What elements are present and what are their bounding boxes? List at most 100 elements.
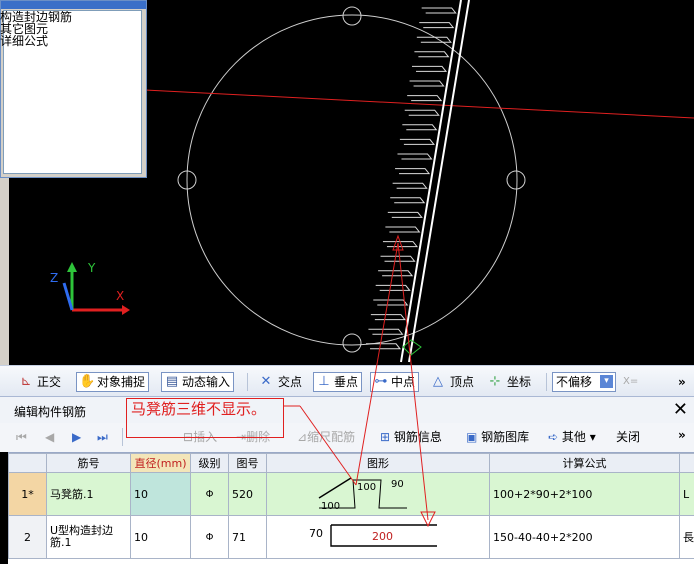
intersection-button[interactable]: ✕ 交点 bbox=[258, 372, 302, 392]
toolbar-overflow-button[interactable]: » bbox=[678, 372, 686, 392]
coordinate-icon: ⊹ bbox=[487, 375, 503, 389]
rebar-panel-titlebar: 编辑构件钢筋 ✕ bbox=[0, 396, 694, 423]
chair-bar-tick bbox=[397, 154, 431, 159]
cell-formula[interactable]: 150-40-40+2*200 bbox=[490, 516, 680, 559]
cell-name[interactable]: U型构造封边筋.1 bbox=[47, 516, 131, 559]
info-icon: ⊞ bbox=[380, 430, 390, 444]
perpendicular-icon: ⊥ bbox=[316, 375, 332, 389]
chair-bar-tick bbox=[422, 8, 456, 13]
chair-bar-tick bbox=[419, 23, 453, 28]
cell-shape[interactable]: 100 90 100 bbox=[267, 473, 490, 516]
chair-bar-tick bbox=[388, 212, 422, 217]
dynamic-input-button[interactable]: ▤ 动态输入 bbox=[161, 372, 234, 392]
popup-item[interactable]: 其它图元 bbox=[0, 23, 141, 35]
midpoint-icon: ⊶ bbox=[373, 375, 389, 389]
vertex-icon: △ bbox=[430, 375, 446, 389]
chair-bar-tick bbox=[371, 315, 405, 320]
column-header[interactable]: 图形 bbox=[267, 454, 490, 473]
column-header[interactable]: 直径(mm) bbox=[131, 454, 191, 473]
chair-bar-tick bbox=[395, 169, 429, 174]
grid-header: 筋号 直径(mm) 级别 图号 图形 计算公式 bbox=[9, 454, 694, 473]
cell-extra[interactable]: L bbox=[680, 473, 694, 516]
separator bbox=[546, 373, 547, 391]
bolt-hole-bottom bbox=[343, 334, 361, 352]
ucs-axes-icon: X Y Z bbox=[50, 261, 130, 315]
cell-diameter[interactable]: 10 bbox=[131, 473, 191, 516]
previous-icon[interactable]: ◀ bbox=[45, 427, 54, 447]
toolbar-overflow-button[interactable]: » bbox=[678, 425, 686, 445]
column-header bbox=[680, 454, 694, 473]
column-header[interactable]: 级别 bbox=[191, 454, 229, 473]
cross-icon: ✕ bbox=[258, 375, 274, 389]
column-header[interactable]: 计算公式 bbox=[490, 454, 680, 473]
popup-list[interactable]: 构造封边钢筋 其它图元 详细公式 bbox=[3, 10, 142, 174]
rebar-toolbar: ⏮ ◀ ▶ ⏭ ⊟插入 ⇥删除 ⊿缩尺配筋 ⊞ 钢筋信息 ▣ 钢筋图库 ➪ 其他… bbox=[0, 423, 694, 452]
row-number[interactable]: 2 bbox=[9, 516, 47, 559]
chevron-down-icon: ▾ bbox=[600, 375, 613, 388]
next-icon[interactable]: ▶ bbox=[72, 427, 81, 447]
property-popup[interactable]: 构造封边钢筋 其它图元 详细公式 bbox=[0, 0, 147, 178]
row-number[interactable]: 1* bbox=[9, 473, 47, 516]
first-record-icon[interactable]: ⏮ bbox=[16, 427, 27, 447]
other-menu-button[interactable]: ➪ 其他 ▾ bbox=[548, 427, 596, 447]
table-row[interactable]: 2 U型构造封边筋.1 10 Φ 71 70 200 150-40-40+2*2… bbox=[9, 516, 694, 559]
chair-bar-tick bbox=[393, 183, 427, 188]
vertex-button[interactable]: △ 顶点 bbox=[430, 372, 474, 392]
chair-bar-tick bbox=[407, 96, 441, 101]
popup-item[interactable]: 详细公式 bbox=[0, 35, 141, 47]
cell-shape[interactable]: 70 200 bbox=[267, 516, 490, 559]
chair-bar-tick bbox=[417, 37, 451, 42]
object-snap-button[interactable]: ✋ 对象捕捉 bbox=[76, 372, 149, 392]
perpendicular-button[interactable]: ⊥ 垂点 bbox=[313, 372, 362, 392]
chair-bar-tick bbox=[376, 285, 410, 290]
slab-circle bbox=[187, 15, 517, 345]
ruler-icon: ⊿ bbox=[297, 430, 307, 444]
chair-bar-shape bbox=[267, 473, 483, 514]
cell-figure-no[interactable]: 71 bbox=[229, 516, 267, 559]
column-header[interactable]: 图号 bbox=[229, 454, 267, 473]
chair-bar-tick bbox=[402, 125, 436, 130]
rebar-library-button[interactable]: ▣ 钢筋图库 bbox=[466, 427, 529, 447]
svg-text:X: X bbox=[116, 289, 124, 303]
table-row[interactable]: 1* 马凳筋.1 10 Φ 520 100 90 100 100+2*90+2*… bbox=[9, 473, 694, 516]
offset-select[interactable]: 不偏移 ▾ bbox=[552, 372, 616, 392]
chair-bar-tick bbox=[381, 256, 415, 261]
coordinate-button[interactable]: ⊹ 坐标 bbox=[487, 372, 531, 392]
cell-diameter[interactable]: 10 bbox=[131, 516, 191, 559]
chair-bar-tick bbox=[385, 227, 419, 232]
x-coordinate-label: X= bbox=[623, 372, 638, 392]
popup-titlebar[interactable] bbox=[1, 1, 146, 9]
chair-bar-tick bbox=[414, 52, 448, 57]
ortho-button[interactable]: ⊾ 正交 bbox=[18, 372, 61, 392]
wall-edge-1 bbox=[401, 0, 461, 362]
separator bbox=[247, 373, 248, 391]
chair-bar-tick bbox=[405, 110, 439, 115]
svg-text:Y: Y bbox=[87, 261, 96, 275]
midpoint-button[interactable]: ⊶ 中点 bbox=[370, 372, 419, 392]
scale-rebar-button[interactable]: ⊿缩尺配筋 bbox=[297, 427, 355, 447]
ortho-icon: ⊾ bbox=[18, 375, 34, 389]
axis-line-red bbox=[145, 90, 694, 118]
cell-formula[interactable]: 100+2*90+2*100 bbox=[490, 473, 680, 516]
annotation-callout: 马凳筋三维不显示。 bbox=[126, 398, 284, 438]
last-record-icon[interactable]: ⏭ bbox=[97, 427, 108, 447]
bolt-hole-right bbox=[507, 171, 525, 189]
cell-grade[interactable]: Φ bbox=[191, 516, 229, 559]
close-icon[interactable]: ✕ bbox=[673, 399, 688, 420]
rebar-grid[interactable]: 筋号 直径(mm) 级别 图号 图形 计算公式 1* 马凳筋.1 10 Φ 52… bbox=[8, 452, 694, 564]
popup-item[interactable]: 构造封边钢筋 bbox=[0, 11, 141, 23]
wall-edge-2 bbox=[409, 0, 469, 362]
column-header[interactable]: 筋号 bbox=[47, 454, 131, 473]
separator bbox=[122, 428, 123, 446]
chair-bar-tick bbox=[383, 242, 417, 247]
chair-bar-tick bbox=[373, 300, 407, 305]
rebar-info-button[interactable]: ⊞ 钢筋信息 bbox=[380, 427, 442, 447]
cell-grade[interactable]: Φ bbox=[191, 473, 229, 516]
snap-toolbar: ⊾ 正交 ✋ 对象捕捉 ▤ 动态输入 ✕ 交点 ⊥ 垂点 ⊶ 中点 △ 顶点 ⊹… bbox=[0, 365, 694, 396]
panel-title: 编辑构件钢筋 bbox=[14, 403, 86, 420]
chair-bar-tick bbox=[412, 66, 446, 71]
close-button[interactable]: 关闭 bbox=[616, 427, 640, 447]
cell-figure-no[interactable]: 520 bbox=[229, 473, 267, 516]
cell-name[interactable]: 马凳筋.1 bbox=[47, 473, 131, 516]
cell-extra[interactable]: 長 bbox=[680, 516, 694, 559]
